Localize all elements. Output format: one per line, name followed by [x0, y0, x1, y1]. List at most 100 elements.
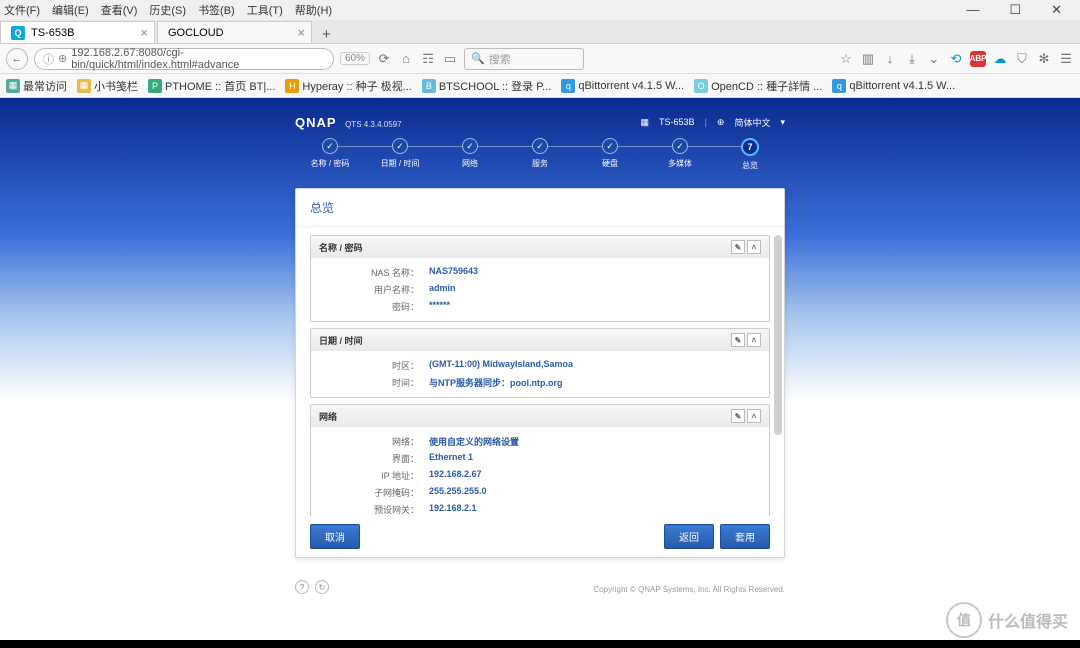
- folder-icon: ▦: [77, 79, 91, 93]
- tab-add-button[interactable]: +: [314, 26, 339, 43]
- card-footer: 取消 返回 套用: [296, 516, 784, 557]
- bookmark-icon: B: [422, 79, 436, 93]
- bookmark-icon: q: [561, 79, 575, 93]
- chevron-down-icon: ▾: [780, 117, 785, 128]
- cloud-icon[interactable]: ☁: [992, 51, 1008, 67]
- bookmark-item[interactable]: ▦小书笺栏: [77, 78, 138, 94]
- reader-icon[interactable]: ▭: [442, 51, 458, 67]
- page-content: QNAP QTS 4.3.4.0597 ▦ TS-653B | ⊕ 简体中文 ▾…: [0, 98, 1080, 648]
- step-number: 7: [741, 138, 759, 156]
- url-text: 192.168.2.67:8080/cgi-bin/quick/html/ind…: [71, 47, 325, 71]
- collapse-icon[interactable]: ˄: [747, 409, 761, 423]
- info-icon: ⓘ: [43, 51, 54, 67]
- section-date: 日期 / 时间 ✎˄ 时区：(GMT-11:00) MidwayIsland,S…: [310, 328, 770, 398]
- menu-help[interactable]: 帮助(H): [295, 2, 332, 18]
- bookmark-item[interactable]: OOpenCD :: 種子詳情 ...: [694, 78, 822, 94]
- home-icon[interactable]: ⌂: [398, 51, 414, 67]
- tabbar: Q TS-653B × GOCLOUD × +: [0, 20, 1080, 44]
- menu-icon[interactable]: ☰: [1058, 51, 1074, 67]
- window-maximize-icon[interactable]: ☐: [1009, 2, 1021, 18]
- search-placeholder: 搜索: [489, 51, 511, 67]
- bookmark-icon: ▦: [6, 79, 20, 93]
- step-network[interactable]: ✓网络: [435, 138, 505, 171]
- step-summary[interactable]: 7总览: [715, 138, 785, 171]
- menu-tools[interactable]: 工具(T): [247, 2, 283, 18]
- tab-ts653b[interactable]: Q TS-653B ×: [0, 21, 155, 43]
- nav-back-button[interactable]: ←: [6, 48, 28, 70]
- check-icon: ✓: [602, 138, 618, 154]
- menu-view[interactable]: 查看(V): [101, 2, 138, 18]
- star-icon[interactable]: ☆: [838, 51, 854, 67]
- tab-label: GOCLOUD: [168, 27, 224, 39]
- bookmark-icon: P: [148, 79, 162, 93]
- menu-edit[interactable]: 编辑(E): [52, 2, 89, 18]
- section-network: 网络 ✎˄ 网络：使用自定义的网络设置 界面：Ethernet 1 IP 地址：…: [310, 404, 770, 516]
- watermark-text: 什么值得买: [988, 608, 1068, 632]
- zoom-level[interactable]: 60%: [340, 52, 370, 65]
- globe-icon: ⊕: [58, 52, 67, 65]
- library-icon[interactable]: ▥: [860, 51, 876, 67]
- menubar: 文件(F) 编辑(E) 查看(V) 历史(S) 书签(B) 工具(T) 帮助(H…: [0, 0, 1080, 20]
- lang-selector[interactable]: 简体中文: [734, 116, 770, 129]
- watermark-icon: 值: [946, 602, 982, 638]
- window-close-icon[interactable]: ✕: [1051, 2, 1062, 18]
- menu-history[interactable]: 历史(S): [149, 2, 186, 18]
- qnap-logo: QNAP: [295, 115, 337, 130]
- edit-icon[interactable]: ✎: [731, 240, 745, 254]
- check-icon: ✓: [392, 138, 408, 154]
- scrollbar[interactable]: [774, 235, 782, 435]
- rss-icon[interactable]: ☶: [420, 51, 436, 67]
- bookmarks-bar: ▦最常访问 ▦小书笺栏 PPTHOME :: 首页 BT|... HHypera…: [0, 74, 1080, 98]
- addressbar: ← ⓘ ⊕ 192.168.2.67:8080/cgi-bin/quick/ht…: [0, 44, 1080, 74]
- step-disk[interactable]: ✓硬盘: [575, 138, 645, 171]
- bookmark-item[interactable]: qqBittorrent v4.1.5 W...: [561, 79, 684, 93]
- step-date[interactable]: ✓日期 / 时间: [365, 138, 435, 171]
- step-name[interactable]: ✓名称 / 密码: [295, 138, 365, 171]
- bookmark-item[interactable]: HHyperay :: 种子 极视...: [285, 78, 411, 94]
- qnap-header: QNAP QTS 4.3.4.0597 ▦ TS-653B | ⊕ 简体中文 ▾: [295, 112, 785, 132]
- bookmark-icon: O: [694, 79, 708, 93]
- tab-favicon-icon: Q: [11, 26, 25, 40]
- back-button[interactable]: 返回: [664, 524, 714, 549]
- sync-icon[interactable]: ⟲: [948, 51, 964, 67]
- collapse-icon[interactable]: ˄: [747, 240, 761, 254]
- watermark: 值 什么值得买: [946, 602, 1068, 638]
- pocket-icon[interactable]: ⌄: [926, 51, 942, 67]
- check-icon: ✓: [322, 138, 338, 154]
- tab-label: TS-653B: [31, 27, 74, 39]
- qts-version: QTS 4.3.4.0597: [345, 120, 401, 129]
- edit-icon[interactable]: ✎: [731, 333, 745, 347]
- download-icon[interactable]: ↓: [882, 51, 898, 67]
- tab-close-icon[interactable]: ×: [297, 25, 305, 40]
- summary-card: 总览 名称 / 密码 ✎˄ NAS 名称：NAS759643 用户名称：admi…: [295, 188, 785, 558]
- menu-bookmarks[interactable]: 书签(B): [198, 2, 235, 18]
- url-field[interactable]: ⓘ ⊕ 192.168.2.67:8080/cgi-bin/quick/html…: [34, 48, 334, 70]
- step-service[interactable]: ✓服务: [505, 138, 575, 171]
- search-input[interactable]: 🔍 搜索: [464, 48, 584, 70]
- adblock-icon[interactable]: ABP: [970, 51, 986, 67]
- device-name: TS-653B: [659, 117, 695, 127]
- bookmark-item[interactable]: BBTSCHOOL :: 登录 P...: [422, 78, 551, 94]
- apply-button[interactable]: 套用: [720, 524, 770, 549]
- window-minimize-icon[interactable]: —: [966, 2, 979, 18]
- shield-icon[interactable]: ⛉: [1014, 51, 1030, 67]
- cancel-button[interactable]: 取消: [310, 524, 360, 549]
- step-media[interactable]: ✓多媒体: [645, 138, 715, 171]
- search-icon: 🔍: [471, 52, 485, 65]
- tab-close-icon[interactable]: ×: [140, 25, 148, 40]
- gear-icon[interactable]: ✻: [1036, 51, 1052, 67]
- device-icon: ▦: [641, 117, 650, 128]
- tag-icon[interactable]: ⤓: [904, 51, 920, 67]
- menu-file[interactable]: 文件(F): [4, 2, 40, 18]
- reload-icon[interactable]: ⟳: [376, 51, 392, 67]
- card-title: 总览: [296, 189, 784, 227]
- stepper: ✓名称 / 密码 ✓日期 / 时间 ✓网络 ✓服务 ✓硬盘 ✓多媒体 7总览: [295, 138, 785, 171]
- bookmark-item[interactable]: ▦最常访问: [6, 78, 67, 94]
- check-icon: ✓: [672, 138, 688, 154]
- tab-gocloud[interactable]: GOCLOUD ×: [157, 21, 312, 43]
- bookmark-item[interactable]: qqBittorrent v4.1.5 W...: [832, 79, 955, 93]
- edit-icon[interactable]: ✎: [731, 409, 745, 423]
- bookmark-item[interactable]: PPTHOME :: 首页 BT|...: [148, 78, 275, 94]
- copyright: Copyright © QNAP Systems, Inc. All Right…: [295, 585, 785, 594]
- collapse-icon[interactable]: ˄: [747, 333, 761, 347]
